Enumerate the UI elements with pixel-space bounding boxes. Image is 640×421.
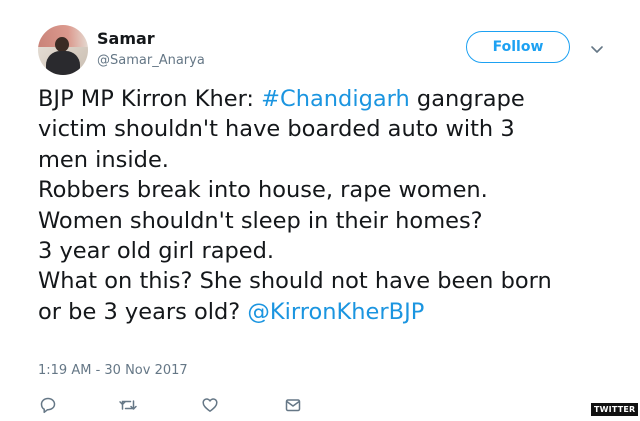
tweet-line: Women shouldn't sleep in their homes? — [38, 207, 483, 234]
tweet-line: men inside. — [38, 146, 169, 173]
tweet-line: or be 3 years old? @KirronKherBJP — [38, 297, 618, 327]
user-handle[interactable]: @Samar_Anarya — [97, 53, 205, 68]
heart-icon[interactable] — [200, 396, 220, 414]
retweet-icon[interactable] — [118, 396, 138, 414]
tweet-line: Robbers break into house, rape women. — [38, 177, 488, 204]
hashtag-link[interactable]: #Chandigarh — [261, 86, 410, 112]
avatar[interactable] — [38, 25, 88, 75]
reply-icon[interactable] — [38, 396, 58, 414]
tweet-line: victim shouldn't have boarded auto with … — [38, 116, 515, 143]
tweet-text: BJP MP Kirron Kher: #Chandigarh gangrape… — [38, 84, 618, 327]
tweet-line: What on this? She should not have been b… — [38, 268, 552, 295]
mention-link[interactable]: @KirronKherBJP — [247, 299, 424, 325]
user-display-name[interactable]: Samar — [97, 29, 155, 48]
follow-button[interactable]: Follow — [466, 31, 570, 63]
tweet-text-segment: or be 3 years old? — [38, 298, 248, 325]
chevron-down-icon[interactable] — [590, 41, 604, 53]
twitter-watermark: TWITTER — [591, 403, 639, 416]
envelope-icon[interactable] — [283, 396, 303, 414]
tweet-line: BJP MP Kirron Kher: #Chandigarh gangrape — [38, 84, 618, 114]
tweet-text-segment: gangrape — [409, 86, 525, 112]
tweet-timestamp[interactable]: 1:19 AM - 30 Nov 2017 — [38, 363, 188, 378]
tweet-line: 3 year old girl raped. — [38, 238, 275, 265]
tweet-card: Samar @Samar_Anarya Follow BJP MP Kirron… — [0, 0, 640, 421]
tweet-text-segment: BJP MP Kirron Kher: — [38, 86, 262, 112]
